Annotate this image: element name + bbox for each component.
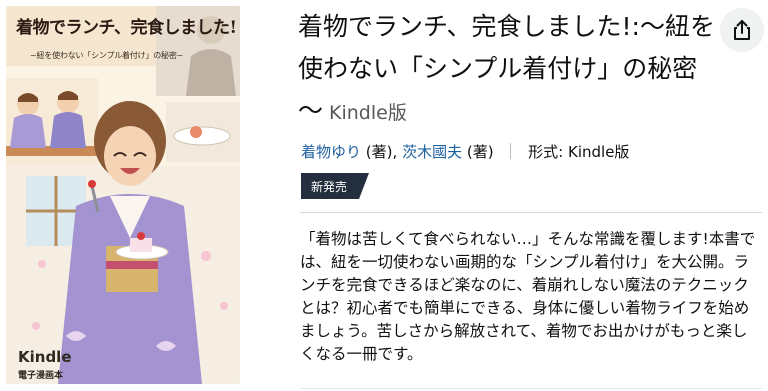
share-button[interactable] xyxy=(720,8,764,52)
product-format-label: Kindle版 xyxy=(329,102,407,124)
author-link-2[interactable]: 茨木國夫 xyxy=(402,143,462,161)
book-cover[interactable]: 着物でランチ、完食しました! ~紐を使わない「シンプル着付け」の秘密~ Kind… xyxy=(6,6,240,384)
author-role-1: (著) xyxy=(365,143,393,161)
book-description: 「着物は苦しくて食べられない…」そんな常識を覆します!本書では、紐を一切使わない… xyxy=(300,230,756,363)
byline: 着物ゆり (著), 茨木國夫 (著) 形式: Kindle版 xyxy=(301,141,629,162)
cover-illustration xyxy=(6,6,240,384)
section-divider xyxy=(300,212,762,213)
byline-divider xyxy=(510,143,512,159)
new-release-badge: 新発売 xyxy=(301,173,369,199)
kindle-logo-subtitle: 電子漫画本 xyxy=(18,371,64,381)
badge-label: 新発売 xyxy=(311,180,348,194)
cover-title: 着物でランチ、完食しました! xyxy=(16,18,237,38)
cover-subtitle: ~紐を使わない「シンプル着付け」の秘密~ xyxy=(30,51,184,60)
format-value: Kindle版 xyxy=(568,143,630,161)
author-separator: , xyxy=(392,143,398,161)
kindle-logo: Kindle xyxy=(18,348,72,366)
author-link-1[interactable]: 着物ゆり xyxy=(301,143,361,161)
share-icon xyxy=(734,20,750,40)
author-role-2: (著) xyxy=(466,143,494,161)
bottom-divider xyxy=(300,388,762,389)
product-title-block: 着物でランチ、完食しました!:～紐を使わない「シンプル着付け」の秘密～ Kindl… xyxy=(298,6,718,134)
format-prefix: 形式: xyxy=(528,143,564,161)
